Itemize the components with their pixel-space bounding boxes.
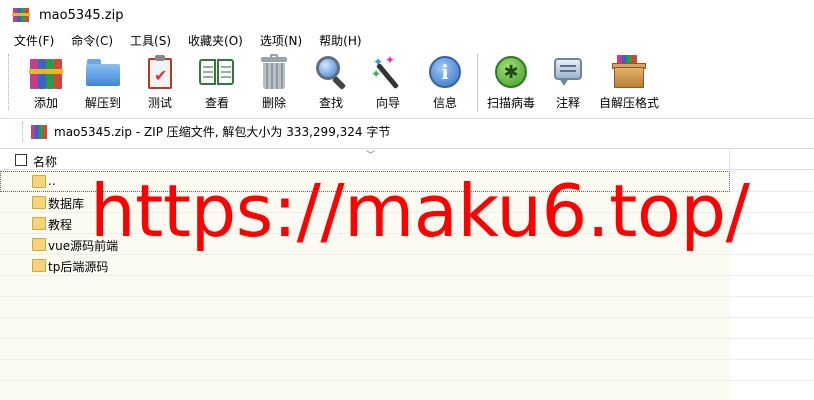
comment-label: 注释 xyxy=(555,96,580,110)
find-label: 查找 xyxy=(318,96,343,110)
test-label: 测试 xyxy=(147,96,172,110)
virus-scan-button[interactable]: ✱ 扫描病毒 xyxy=(483,52,539,111)
file-name: 数据库 xyxy=(48,197,85,211)
folder-icon xyxy=(32,175,46,188)
list-header: 名称 ﹀ xyxy=(0,148,814,171)
empty-row xyxy=(0,318,814,339)
wizard-label: 向导 xyxy=(375,96,400,110)
menu-favorites[interactable]: 收藏夹(O) xyxy=(180,32,252,49)
open-book-icon xyxy=(198,57,236,87)
menu-command[interactable]: 命令(C) xyxy=(63,32,122,49)
empty-row xyxy=(0,297,814,318)
empty-row xyxy=(0,339,814,360)
file-name: 教程 xyxy=(48,218,73,232)
info-button[interactable]: i 信息 xyxy=(417,52,473,111)
file-name: tp后端源码 xyxy=(48,260,109,274)
sort-chevron-icon: ﹀ xyxy=(366,151,376,161)
wizard-button[interactable]: ✦ ✦ ✦ 向导 xyxy=(360,52,416,111)
delete-label: 删除 xyxy=(261,96,286,110)
delete-button[interactable]: 删除 xyxy=(246,52,302,111)
folder-icon xyxy=(32,259,46,272)
column-divider[interactable] xyxy=(729,149,730,171)
folder-icon xyxy=(32,238,46,251)
address-bar: mao5345.zip - ZIP 压缩文件, 解包大小为 333,299,32… xyxy=(0,118,814,144)
watermark-url: https://maku6.top/ xyxy=(90,169,750,253)
test-button[interactable]: ✔ 测试 xyxy=(132,52,188,111)
trash-icon xyxy=(260,54,288,90)
info-label: 信息 xyxy=(432,96,457,110)
archive-books-icon xyxy=(29,55,63,89)
sfx-label: 自解压格式 xyxy=(598,96,659,110)
add-button[interactable]: 添加 xyxy=(18,52,74,111)
folder-icon xyxy=(32,217,46,230)
list-item[interactable]: tp后端源码 xyxy=(0,255,814,276)
extract-to-label: 解压到 xyxy=(84,96,121,110)
virus-scan-label: 扫描病毒 xyxy=(486,96,535,110)
sfx-button[interactable]: 自解压格式 xyxy=(597,52,661,111)
magnifier-icon xyxy=(314,55,348,91)
view-button[interactable]: 查看 xyxy=(189,52,245,111)
folder-icon xyxy=(85,57,121,87)
menu-options[interactable]: 选项(N) xyxy=(252,32,311,49)
toolbar-separator xyxy=(477,54,478,112)
empty-row xyxy=(0,381,814,400)
menu-tools[interactable]: 工具(S) xyxy=(122,32,180,49)
title-bar: mao5345.zip xyxy=(0,0,814,30)
archive-icon xyxy=(31,124,47,139)
comment-icon xyxy=(553,56,583,88)
archive-info: mao5345.zip - ZIP 压缩文件, 解包大小为 333,299,32… xyxy=(54,125,391,139)
magic-wand-icon: ✦ ✦ ✦ xyxy=(371,53,405,90)
file-name: .. xyxy=(48,174,56,188)
menu-file[interactable]: 文件(F) xyxy=(6,32,63,49)
menu-help[interactable]: 帮助(H) xyxy=(311,32,370,49)
folder-icon xyxy=(32,196,46,209)
window-title: mao5345.zip xyxy=(39,7,124,23)
sfx-box-icon xyxy=(611,55,647,89)
view-label: 查看 xyxy=(204,96,229,110)
column-header-name[interactable]: 名称 xyxy=(33,153,57,170)
add-label: 添加 xyxy=(33,96,58,110)
winrar-icon xyxy=(12,7,30,23)
toolbar: 添加 解压到 ✔ 测试 查看 删除 查找 ✦ ✦ ✦ 向导 i 信息 ✱ 扫描病… xyxy=(0,52,814,118)
toolbar-grip[interactable] xyxy=(8,54,12,110)
info-icon: i xyxy=(429,56,461,88)
select-all-checkbox[interactable] xyxy=(15,154,27,166)
bug-icon: ✱ xyxy=(495,56,527,88)
clipboard-check-icon: ✔ xyxy=(145,54,175,90)
empty-row xyxy=(0,276,814,297)
extract-to-button[interactable]: 解压到 xyxy=(75,52,131,111)
empty-row xyxy=(0,360,814,381)
comment-button[interactable]: 注释 xyxy=(540,52,596,111)
address-grip[interactable] xyxy=(22,121,26,142)
find-button[interactable]: 查找 xyxy=(303,52,359,111)
menu-bar: 文件(F) 命令(C) 工具(S) 收藏夹(O) 选项(N) 帮助(H) xyxy=(0,30,814,50)
